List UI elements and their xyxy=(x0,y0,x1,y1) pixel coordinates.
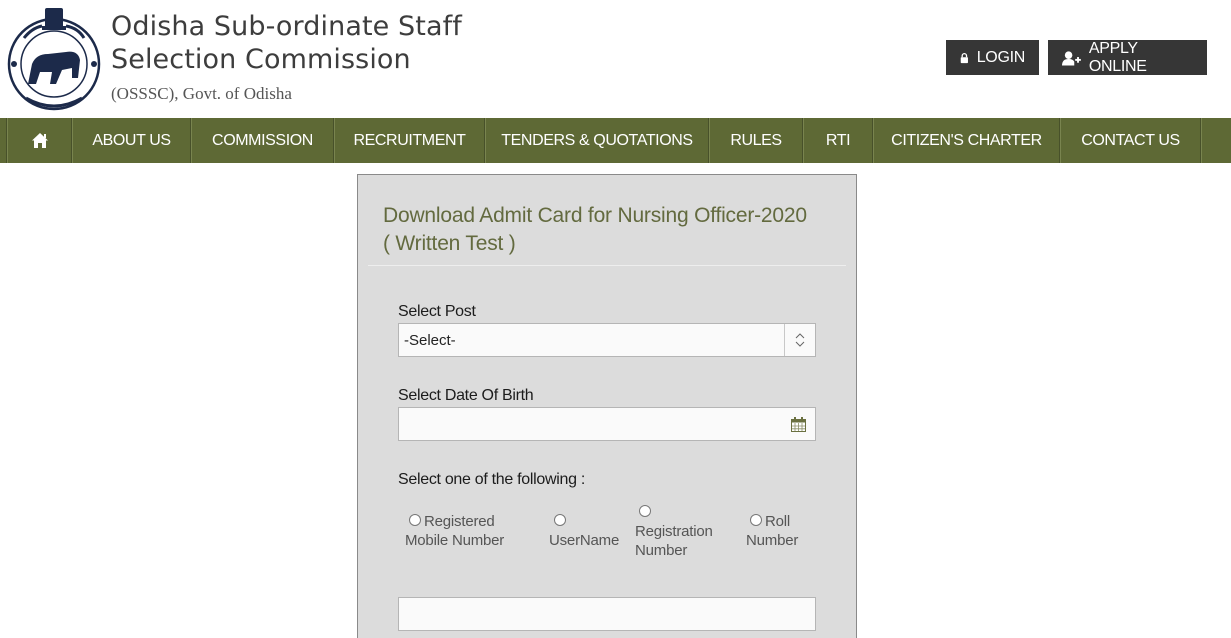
radio-label-registered-mobile-line1: Registered xyxy=(424,513,495,530)
select-post-dropdown[interactable]: -Select- xyxy=(398,323,816,357)
identifier-input[interactable] xyxy=(398,597,816,631)
user-plus-icon xyxy=(1062,50,1081,66)
select-option-label: Select one of the following : xyxy=(398,471,585,488)
radio-username[interactable] xyxy=(554,514,566,526)
radio-registration-number[interactable] xyxy=(639,505,651,517)
nav-item-commission[interactable]: COMMISSION xyxy=(191,118,334,163)
select-post-value: -Select- xyxy=(404,331,456,349)
chevron-up-down-icon xyxy=(784,324,815,356)
nav-item-about-us[interactable]: ABOUT US xyxy=(72,118,191,163)
site-title-line2: Selection Commission xyxy=(111,44,411,75)
nav-item-tenders-quotations[interactable]: TENDERS & QUOTATIONS xyxy=(485,118,709,163)
site-subtitle: (OSSSC), Govt. of Odisha xyxy=(111,84,292,103)
radio-label-registration-line2: Number xyxy=(635,542,688,559)
apply-online-button[interactable]: APPLY ONLINE xyxy=(1048,40,1207,75)
nav-item-recruitment[interactable]: RECRUITMENT xyxy=(334,118,485,163)
site-header: Odisha Sub-ordinate Staff Selection Comm… xyxy=(0,0,1231,118)
main-navigation: ABOUT US COMMISSION RECRUITMENT TENDERS … xyxy=(0,118,1231,163)
lock-icon xyxy=(960,52,968,63)
site-title-line1: Odisha Sub-ordinate Staff xyxy=(111,11,462,42)
login-button[interactable]: LOGIN xyxy=(946,40,1039,75)
form-title: Download Admit Card for Nursing Officer-… xyxy=(383,204,807,255)
nav-spacer-end xyxy=(1201,118,1231,163)
nav-item-rti[interactable]: RTI xyxy=(803,118,873,163)
date-of-birth-input[interactable] xyxy=(398,407,816,441)
radio-registered-mobile[interactable] xyxy=(409,514,421,526)
login-label: LOGIN xyxy=(976,48,1026,66)
apply-online-label: APPLY ONLINE xyxy=(1088,39,1147,75)
nav-item-rules[interactable]: RULES xyxy=(709,118,803,163)
nav-item-contact-us[interactable]: CONTACT US xyxy=(1060,118,1201,163)
select-post-label: Select Post xyxy=(398,303,476,320)
nav-item-home[interactable] xyxy=(7,118,72,163)
nav-item-citizens-charter[interactable]: CITIZEN'S CHARTER xyxy=(873,118,1060,163)
radio-roll-number[interactable] xyxy=(750,514,762,526)
radio-label-registration-line1: Registration xyxy=(635,523,713,540)
home-icon xyxy=(31,133,48,148)
date-of-birth-label: Select Date Of Birth xyxy=(398,387,534,404)
nav-spacer xyxy=(0,118,7,163)
radio-label-roll-line1: Roll xyxy=(765,513,791,530)
calendar-icon[interactable] xyxy=(791,416,806,437)
admit-card-form: Download Admit Card for Nursing Officer-… xyxy=(357,174,857,638)
odisha-emblem-logo[interactable] xyxy=(6,6,102,112)
radio-label-roll-line2: Number xyxy=(746,532,799,549)
divider xyxy=(368,265,846,266)
radio-label-username: UserName xyxy=(549,532,620,549)
radio-label-registered-mobile-line2: Mobile Number xyxy=(405,532,505,549)
